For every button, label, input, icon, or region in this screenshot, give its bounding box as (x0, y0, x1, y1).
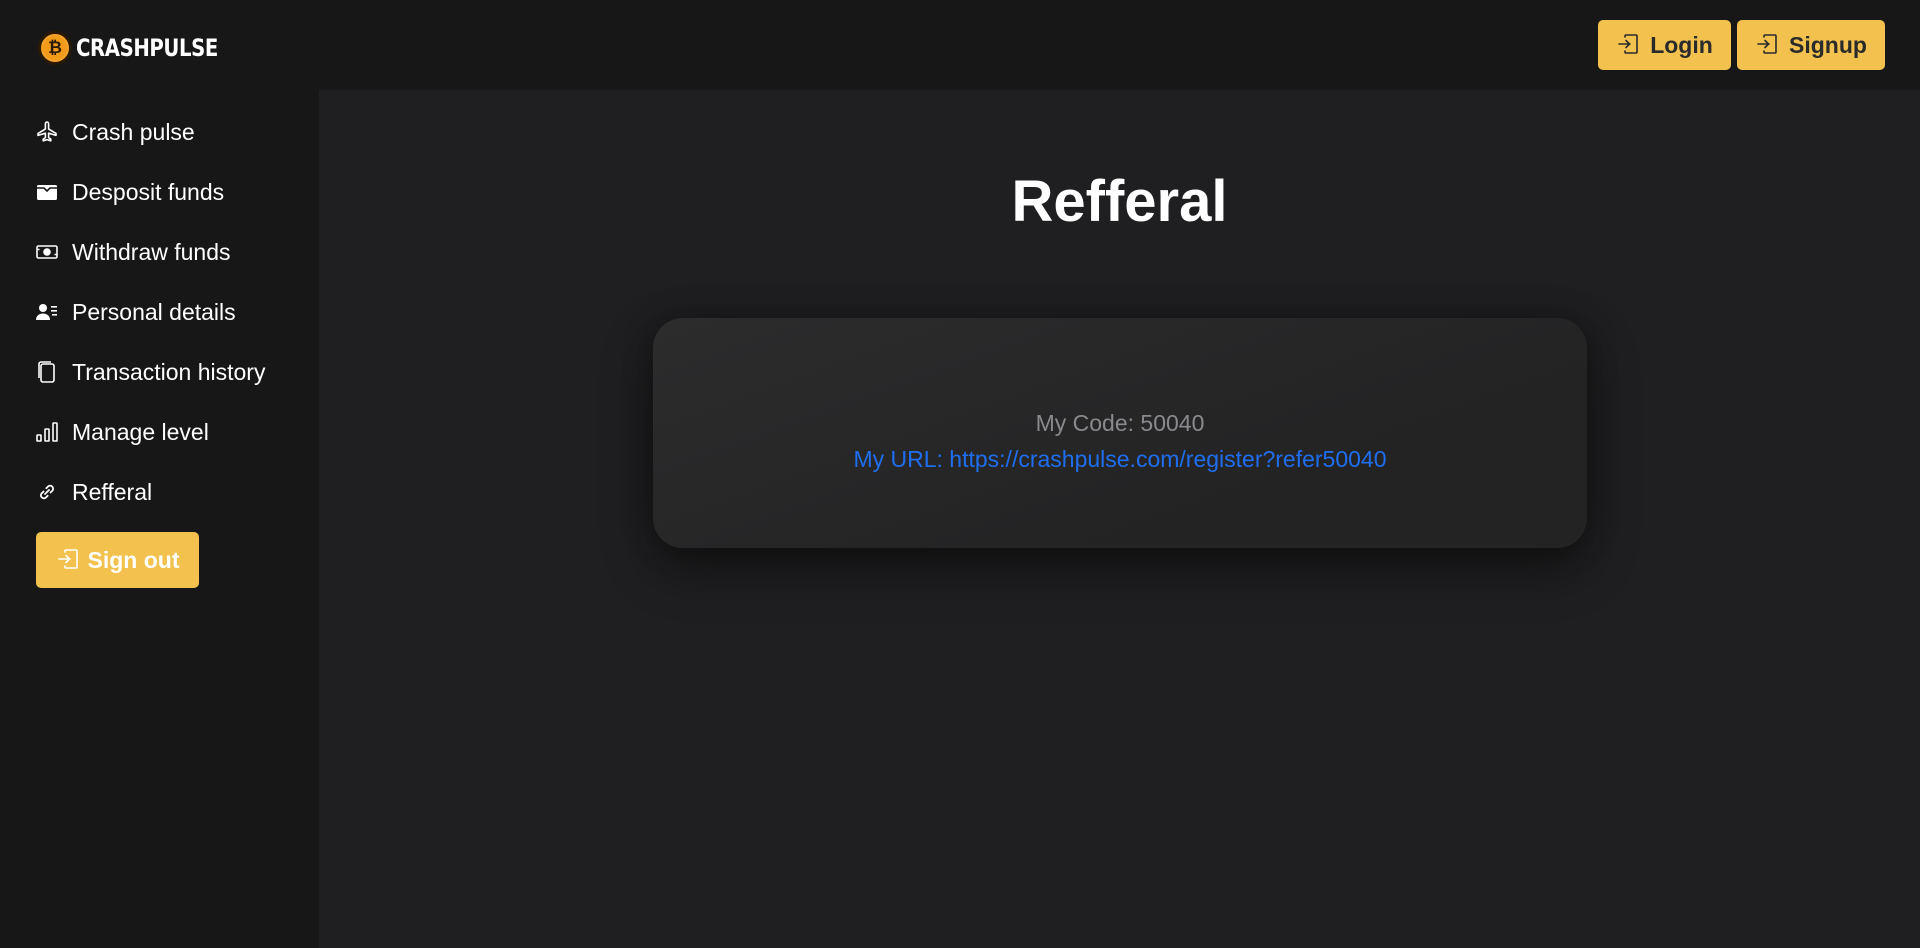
sidebar-item-label: Crash pulse (72, 118, 195, 145)
login-label: Login (1650, 31, 1713, 58)
person-lines-icon (34, 299, 60, 325)
referral-url-link[interactable]: My URL: https://crashpulse.com/register?… (653, 446, 1587, 473)
sidebar-item-label: Withdraw funds (72, 238, 231, 265)
link-icon (34, 479, 60, 505)
sidebar-item-transaction-history[interactable]: Transaction history (34, 342, 304, 402)
sign-in-arrow-icon (1616, 32, 1640, 59)
sign-out-button[interactable]: Sign out (36, 532, 199, 588)
sign-in-arrow-icon (56, 547, 80, 574)
sign-out-label: Sign out (87, 546, 180, 573)
sidebar-item-label: Manage level (72, 418, 209, 445)
sidebar: ₿ CRASHPULSE Crash pulse Desposit funds … (0, 0, 319, 948)
referral-card: My Code: 50040 My URL: https://crashpuls… (653, 318, 1587, 548)
brand-name: CRASHPULSE (76, 34, 218, 62)
signup-label: Signup (1789, 31, 1867, 58)
sign-in-arrow-icon (1755, 32, 1779, 59)
sidebar-item-deposit-funds[interactable]: Desposit funds (34, 162, 304, 222)
airplane-icon (34, 119, 60, 145)
page-title: Refferal (1011, 169, 1228, 234)
sidebar-item-personal-details[interactable]: Personal details (34, 282, 304, 342)
sidebar-item-label: Refferal (72, 478, 153, 505)
cash-icon (34, 239, 60, 265)
sidebar-item-refferal[interactable]: Refferal (34, 462, 304, 522)
bar-chart-icon (34, 419, 60, 445)
main-content: Refferal My Code: 50040 My URL: https://… (319, 90, 1920, 948)
sidebar-nav: Crash pulse Desposit funds Withdraw fund… (34, 102, 304, 522)
brand-logo[interactable]: ₿ CRASHPULSE (38, 30, 249, 66)
sidebar-item-crash-pulse[interactable]: Crash pulse (34, 102, 304, 162)
login-button[interactable]: Login (1598, 20, 1731, 70)
sidebar-item-label: Personal details (72, 298, 236, 325)
sidebar-item-withdraw-funds[interactable]: Withdraw funds (34, 222, 304, 282)
sidebar-item-manage-level[interactable]: Manage level (34, 402, 304, 462)
sidebar-item-label: Transaction history (72, 358, 266, 385)
sidebar-item-label: Desposit funds (72, 178, 225, 205)
signup-button[interactable]: Signup (1737, 20, 1885, 70)
app-root: ₿ CRASHPULSE Crash pulse Desposit funds … (0, 0, 1920, 948)
files-icon (34, 359, 60, 385)
referral-code: My Code: 50040 (1035, 410, 1205, 436)
wallet-icon (34, 179, 60, 205)
top-bar: Login Signup (319, 0, 1920, 90)
bitcoin-coin-icon: ₿ (38, 31, 72, 65)
